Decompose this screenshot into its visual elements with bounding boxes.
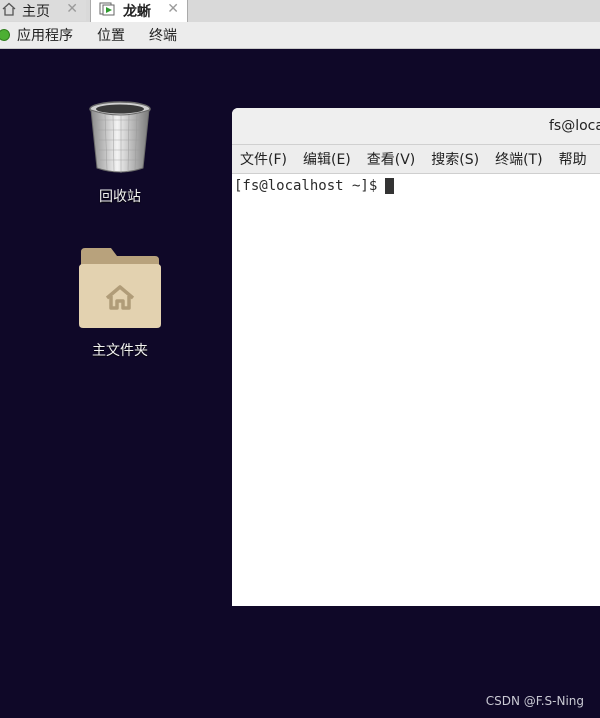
applications-icon (0, 29, 10, 41)
close-icon[interactable]: ✕ (66, 1, 78, 17)
shell-prompt: [fs@localhost ~]$ (234, 178, 378, 194)
menu-file[interactable]: 文件(F) (240, 149, 287, 169)
terminal-window: fs@loca 文件(F) 编辑(E) 查看(V) 搜索(S) 终端(T) 帮助… (232, 108, 600, 606)
places-menu[interactable]: 位置 (97, 25, 125, 45)
menu-terminal[interactable]: 终端(T) (495, 149, 542, 169)
home-folder-label: 主文件夹 (92, 343, 148, 359)
tab-home[interactable]: 主页 ✕ (0, 0, 86, 21)
terminal-menubar: 文件(F) 编辑(E) 查看(V) 搜索(S) 终端(T) 帮助 (232, 145, 600, 174)
home-icon (2, 2, 16, 20)
text-cursor (385, 178, 395, 194)
menu-help[interactable]: 帮助 (559, 149, 587, 169)
menu-edit[interactable]: 编辑(E) (303, 149, 351, 169)
gnome-top-bar: 应用程序 位置 终端 (0, 22, 600, 49)
applications-menu[interactable]: 应用程序 (0, 25, 73, 45)
trash-label: 回收站 (99, 189, 141, 205)
menu-search[interactable]: 搜索(S) (431, 149, 479, 169)
tab-vm-label: 龙蜥 (123, 4, 151, 20)
close-icon[interactable]: ✕ (167, 1, 179, 17)
desktop-icon-trash[interactable]: 回收站 (60, 100, 180, 206)
trash-icon (87, 101, 153, 180)
tab-vm[interactable]: 龙蜥 ✕ (90, 0, 188, 22)
desktop-icon-home-folder[interactable]: 主文件夹 (60, 246, 180, 360)
terminal-launcher-label: 终端 (149, 28, 177, 44)
terminal-content[interactable]: [fs@localhost ~]$ (232, 174, 600, 194)
watermark: CSDN @F.S-Ning (485, 694, 584, 708)
tab-home-label: 主页 (22, 3, 50, 20)
terminal-titlebar[interactable]: fs@loca (232, 108, 600, 145)
places-label: 位置 (97, 28, 125, 44)
terminal-launcher[interactable]: 终端 (149, 25, 177, 45)
applications-label: 应用程序 (17, 28, 73, 44)
terminal-title: fs@loca (549, 118, 600, 134)
home-folder-icon (77, 248, 163, 334)
vm-icon (99, 1, 117, 21)
vm-tab-strip: 主页 ✕ 龙蜥 ✕ (0, 0, 600, 23)
menu-view[interactable]: 查看(V) (367, 149, 416, 169)
